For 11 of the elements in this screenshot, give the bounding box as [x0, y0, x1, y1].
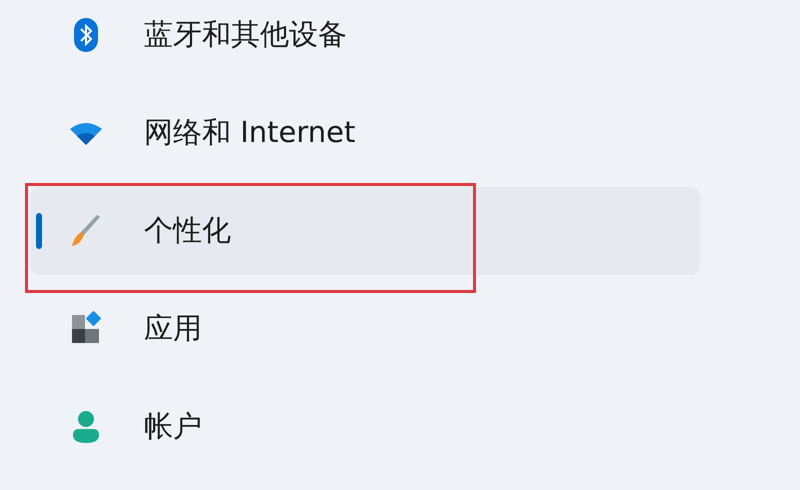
nav-item[interactable]: 应用 [30, 285, 700, 373]
nav-item[interactable]: 网络和 Internet [30, 89, 700, 177]
nav-label: 网络和 Internet [144, 114, 356, 151]
selection-indicator [36, 213, 42, 249]
nav-label: 蓝牙和其他设备 [144, 16, 347, 53]
nav-item[interactable]: 蓝牙和其他设备 [30, 0, 700, 79]
nav-label: 帐户 [144, 408, 202, 445]
nav-label: 个性化 [144, 212, 231, 249]
nav-item[interactable]: 个性化 [30, 187, 700, 275]
nav-label: 应用 [144, 310, 202, 347]
nav-item[interactable]: 帐户 [30, 383, 700, 471]
